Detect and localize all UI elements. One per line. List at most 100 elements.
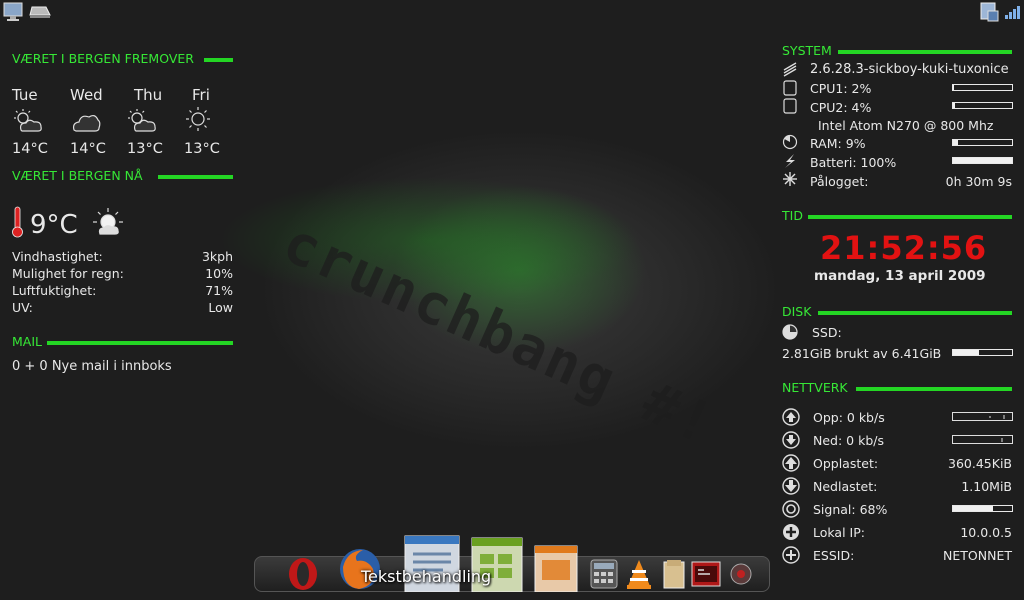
disk-usage-bar-fill: [953, 350, 979, 355]
battery-bar: [952, 157, 1013, 164]
humidity-label: Luftfuktighet:: [12, 283, 97, 298]
partly-cloudy-icon: [128, 109, 156, 132]
forecast-temp-tue: 14°C: [12, 141, 48, 157]
download-graph: [952, 435, 1013, 444]
local-ip-label: Lokal IP:: [813, 525, 865, 540]
uv-value: Low: [208, 300, 233, 315]
header-divider: [818, 311, 1012, 315]
ram-bar-fill: [953, 140, 959, 145]
settings-icon[interactable]: [727, 560, 755, 588]
ram-usage: RAM: 9%: [810, 136, 866, 151]
battery-bolt-icon: [785, 154, 795, 168]
essid-plus-icon: [782, 546, 800, 564]
forecast-temp-thu: 13°C: [127, 141, 163, 157]
kernel-icon: [783, 62, 797, 77]
forecast-temp-wed: 14°C: [70, 141, 106, 157]
digital-clock: 21:52:56: [820, 229, 988, 267]
download-arrow-icon: [782, 431, 800, 449]
local-ip-plus-icon: [783, 524, 799, 540]
ram-icon: [782, 134, 798, 150]
disk-pie-icon: [782, 324, 798, 340]
battery-level: Batteri: 100%: [810, 155, 897, 170]
uploaded-label: Opplastet:: [813, 456, 879, 471]
rain-chance-label: Mulighet for regn:: [12, 266, 124, 281]
downloaded-value: 1.10MiB: [961, 479, 1012, 494]
desktop-computer-icon[interactable]: [2, 2, 24, 22]
download-speed: Ned: 0 kb/s: [813, 433, 884, 448]
impress-icon[interactable]: [533, 544, 579, 592]
upload-graph: [952, 412, 1013, 421]
downloaded-total-icon: [782, 477, 800, 495]
mail-header: MAIL: [12, 334, 42, 349]
cloudy-icon: [72, 114, 101, 132]
essid-label: ESSID:: [813, 548, 855, 563]
time-header: TID: [782, 208, 803, 223]
forecast-temp-fri: 13°C: [184, 141, 220, 157]
mail-count: 0 + 0 Nye mail i innboks: [12, 359, 172, 374]
signal-bar-fill: [953, 506, 994, 511]
battery-bar-fill: [953, 158, 1012, 163]
terminal-icon[interactable]: [690, 560, 722, 588]
network-manager-icon[interactable]: [978, 1, 1000, 23]
network-header: NETTVERK: [782, 380, 848, 395]
header-divider: [856, 387, 1012, 391]
opera-icon[interactable]: [285, 554, 321, 592]
drive-icon[interactable]: [29, 5, 51, 19]
uptime-sparkle-icon: [783, 172, 797, 186]
header-divider: [838, 50, 1012, 54]
forecast-day-thu: Thu: [134, 86, 163, 104]
cpu-icon: [783, 80, 797, 96]
cpu2-bar-fill: [953, 103, 956, 108]
local-ip-value: 10.0.0.5: [960, 525, 1012, 540]
current-temperature: 9°C: [30, 210, 78, 240]
disk-usage: 2.81GiB brukt av 6.41GiB: [782, 346, 942, 361]
rain-chance-value: 10%: [205, 266, 233, 281]
wind-speed-label: Vindhastighet:: [12, 249, 103, 264]
kernel-version: 2.6.28.3-sickboy-kuki-tuxonice: [810, 62, 1009, 77]
signal-target-icon: [782, 500, 800, 518]
disk-usage-bar: [952, 349, 1013, 356]
wind-speed-value: 3kph: [201, 249, 233, 264]
header-divider: [808, 215, 1012, 219]
downloaded-label: Nedlastet:: [813, 479, 878, 494]
uploaded-total-icon: [782, 454, 800, 472]
cpu1-bar: [952, 84, 1013, 91]
file-manager-icon[interactable]: [661, 558, 687, 590]
header-divider: [158, 175, 233, 179]
forecast-day-tue: Tue: [12, 86, 38, 104]
cpu2-usage: CPU2: 4%: [810, 100, 872, 115]
disk-header: DISK: [782, 304, 812, 319]
sunny-icon: [186, 107, 210, 131]
header-divider: [204, 58, 233, 62]
essid-value: NETONNET: [943, 548, 1012, 563]
dock-tooltip: Tekstbehandling: [361, 567, 492, 586]
cpu2-bar: [952, 102, 1013, 109]
system-header: SYSTEM: [782, 43, 832, 58]
forecast-day-wed: Wed: [70, 86, 103, 104]
forecast-day-fri: Fri: [192, 86, 210, 104]
upload-speed: Opp: 0 kb/s: [813, 410, 885, 425]
uv-label: UV:: [12, 300, 33, 315]
partly-cloudy-icon: [14, 109, 42, 132]
uptime-label: Pålogget:: [810, 174, 869, 189]
weather-now-header: VÆRET I BERGEN NÅ: [12, 168, 143, 183]
signal-strength: Signal: 68%: [813, 502, 888, 517]
ssd-label: SSD:: [812, 325, 842, 340]
cpu-model: Intel Atom N270 @ 800 Mhz: [818, 118, 994, 133]
header-divider: [47, 341, 233, 345]
cpu-icon: [783, 98, 797, 114]
uptime-value: 0h 30m 9s: [945, 174, 1012, 189]
wallpaper-graffiti: crunchbang #!: [273, 210, 725, 459]
ram-bar: [952, 139, 1013, 146]
cpu1-bar-fill: [953, 85, 955, 90]
calculator-icon[interactable]: [589, 558, 619, 590]
thermometer-icon: [12, 206, 23, 238]
humidity-value: 71%: [205, 283, 233, 298]
weather-forecast-header: VÆRET I BERGEN FREMOVER: [12, 51, 194, 66]
upload-arrow-icon: [782, 408, 800, 426]
partly-sunny-icon: [93, 208, 123, 235]
cpu1-usage: CPU1: 2%: [810, 81, 872, 96]
signal-strength-icon[interactable]: [1004, 4, 1022, 20]
uploaded-value: 360.45KiB: [948, 456, 1012, 471]
vlc-icon[interactable]: [625, 558, 653, 590]
